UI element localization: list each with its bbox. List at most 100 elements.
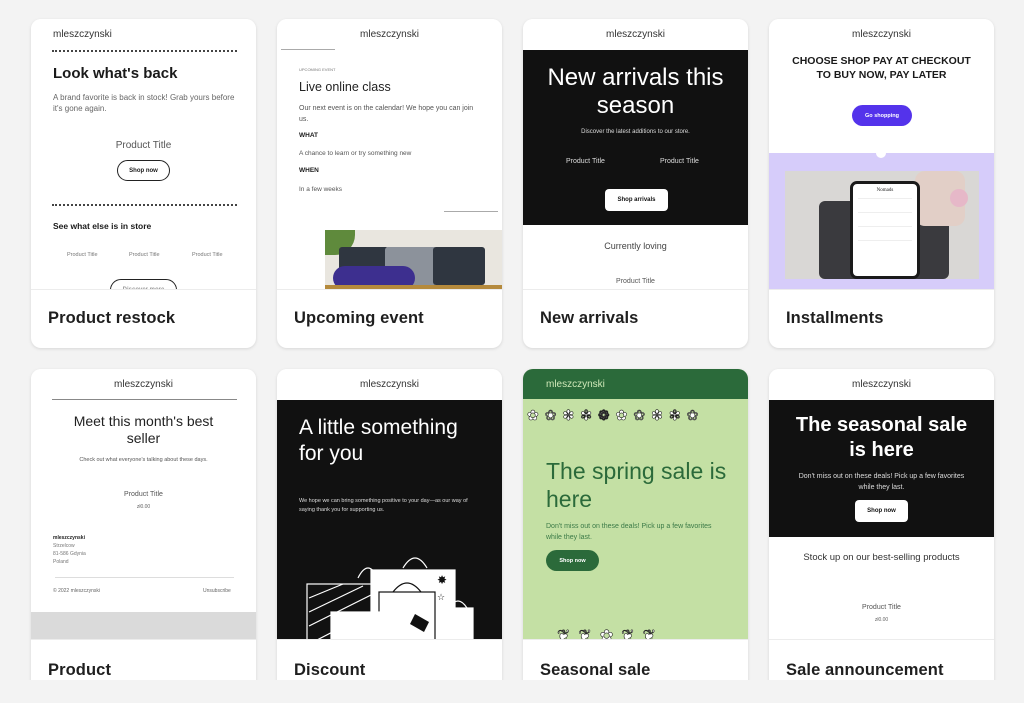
product-title: Product Title — [192, 252, 223, 258]
flower-border-icon: ✿❀✽✾❁✿❀✽✾❀ — [527, 407, 705, 424]
product-title: Product Title — [124, 491, 163, 498]
email-body: Don't miss out on these deals! Pick up a… — [798, 473, 965, 491]
phone-row — [858, 240, 912, 254]
address-line: mleszczynski — [53, 535, 85, 541]
address-line: 81-586 Gdynia — [53, 551, 86, 557]
phone-row — [858, 226, 912, 240]
when-label: WHEN — [299, 167, 319, 174]
card-title: New arrivals — [540, 309, 639, 327]
email-heading: New arrivals this season — [547, 64, 724, 119]
email-heading: Look what's back — [53, 65, 178, 82]
product-title: Product Title — [566, 158, 605, 165]
divider — [55, 577, 234, 578]
flower — [950, 189, 968, 207]
store-address: mleszczynski Strzelcow 81-586 Gdynia Pol… — [53, 534, 86, 566]
shop-now-button: Shop now — [117, 160, 170, 181]
flower-border-icon: ❦❦✿❦❦ — [557, 628, 665, 640]
email-body: We hope we can bring something positive … — [299, 498, 468, 513]
email-heading: Live online class — [299, 80, 391, 94]
divider — [444, 211, 498, 212]
product-title: Product Title — [67, 252, 98, 258]
hero-block: New arrivals this season Discover the la… — [523, 50, 748, 225]
product-title: Product Title — [862, 604, 901, 611]
product-title: Product Title — [660, 158, 699, 165]
green-header: mleszczynski — [523, 369, 748, 399]
email-preview: mleszczynski New arrivals this season Di… — [523, 19, 748, 290]
email-preview: mleszczynski Meet this month's best sell… — [31, 369, 256, 640]
cushion — [433, 247, 485, 285]
template-card-installments[interactable]: mleszczynski CHOOSE SHOP PAY AT CHECKOUT… — [769, 19, 994, 348]
template-card-discount[interactable]: mleszczynski A little something for you … — [277, 369, 502, 703]
shop-arrivals-button: Shop arrivals — [605, 189, 668, 211]
product-title: Product Title — [129, 252, 160, 258]
phone-mockup: Nomads — [850, 181, 920, 279]
brand-name: mleszczynski — [852, 29, 911, 40]
brand-name: mleszczynski — [360, 29, 419, 40]
phone-row — [858, 198, 912, 212]
notch — [876, 148, 886, 158]
shop-now-button: Shop now — [855, 500, 908, 522]
go-shopping-button: Go shopping — [852, 105, 912, 126]
page-background-bottom — [0, 680, 1024, 703]
yoga-photo — [325, 230, 502, 289]
email-body: Check out what everyone's talking about … — [79, 457, 208, 463]
section-heading: See what else is in store — [53, 221, 152, 231]
address-line: Poland — [53, 559, 69, 565]
email-heading: The seasonal sale is here — [795, 414, 968, 461]
email-preview: mleszczynski ✿❀✽✾❁✿❀✽✾❀ The spring sale … — [523, 369, 748, 640]
product-price: zł0.00 — [874, 617, 889, 623]
divider — [52, 399, 237, 400]
template-card-sale-announcement[interactable]: mleszczynski The seasonal sale is here D… — [769, 369, 994, 703]
product-title: Product Title — [115, 140, 172, 151]
dotted-divider — [52, 50, 237, 52]
template-card-seasonal-sale-announcement[interactable]: mleszczynski ✿❀✽✾❁✿❀✽✾❀ The spring sale … — [523, 369, 748, 703]
template-card-upcoming-event[interactable]: mleszczynski UPCOMING EVENT Live online … — [277, 19, 502, 348]
lavender-panel: Nomads — [769, 148, 994, 289]
footer-band — [31, 612, 256, 639]
brand-name: mleszczynski — [114, 379, 173, 390]
card-title: Upcoming event — [294, 309, 424, 327]
star-icon: ☆ — [437, 593, 445, 603]
unsubscribe-link: Unsubscribe — [203, 588, 231, 594]
discover-more-button: Discover more — [110, 279, 177, 289]
hero-block: The seasonal sale is here Don't miss out… — [769, 400, 994, 537]
product-title: Product Title — [616, 278, 655, 285]
what-text: A chance to learn or try something new — [299, 150, 412, 157]
email-heading: Meet this month's best seller — [73, 413, 214, 446]
phone-row — [858, 212, 912, 226]
product-photo: Nomads — [785, 171, 979, 279]
email-preview: mleszczynski A little something for you … — [277, 369, 502, 640]
brand-name: mleszczynski — [53, 29, 112, 40]
email-preview: mleszczynski The seasonal sale is here D… — [769, 369, 994, 640]
shop-now-button: Shop now — [546, 550, 599, 571]
section-heading: Stock up on our best-selling products — [803, 552, 960, 563]
floor — [325, 285, 502, 289]
template-card-product[interactable]: mleszczynski Meet this month's best sell… — [31, 369, 256, 703]
shopping-bags-illustration: ✸ ☆ — [306, 557, 474, 639]
dotted-divider — [52, 204, 237, 206]
brand-name: mleszczynski — [606, 29, 665, 40]
what-label: WHAT — [299, 132, 319, 139]
email-heading: A little something for you — [299, 416, 458, 465]
email-body: Don't miss out on these deals! Pick up a… — [546, 523, 712, 541]
divider — [281, 49, 335, 50]
template-card-new-arrivals[interactable]: mleszczynski New arrivals this season Di… — [523, 19, 748, 348]
template-card-product-restock[interactable]: mleszczynski Look what's back A brand fa… — [31, 19, 256, 348]
star-icon: ✸ — [437, 573, 447, 587]
card-title: Installments — [786, 309, 884, 327]
email-body: Our next event is on the calendar! We ho… — [299, 105, 474, 123]
brand-name: mleszczynski — [360, 379, 419, 390]
card-title: Product restock — [48, 309, 176, 327]
email-preview: mleszczynski CHOOSE SHOP PAY AT CHECKOUT… — [769, 19, 994, 290]
address-line: Strzelcow — [53, 543, 75, 549]
phone-brand: Nomads — [876, 188, 894, 193]
email-heading: The spring sale is here — [546, 458, 727, 512]
copyright: © 2022 mleszczynski — [53, 588, 101, 594]
brand-name: mleszczynski — [546, 379, 605, 390]
section-heading: Currently loving — [604, 241, 667, 251]
email-body: Discover the latest additions to our sto… — [581, 129, 690, 135]
email-heading: CHOOSE SHOP PAY AT CHECKOUT TO BUY NOW, … — [792, 55, 971, 81]
email-preview: mleszczynski Look what's back A brand fa… — [31, 19, 256, 290]
email-preview: mleszczynski UPCOMING EVENT Live online … — [277, 19, 502, 290]
event-eyebrow: UPCOMING EVENT — [299, 67, 336, 72]
